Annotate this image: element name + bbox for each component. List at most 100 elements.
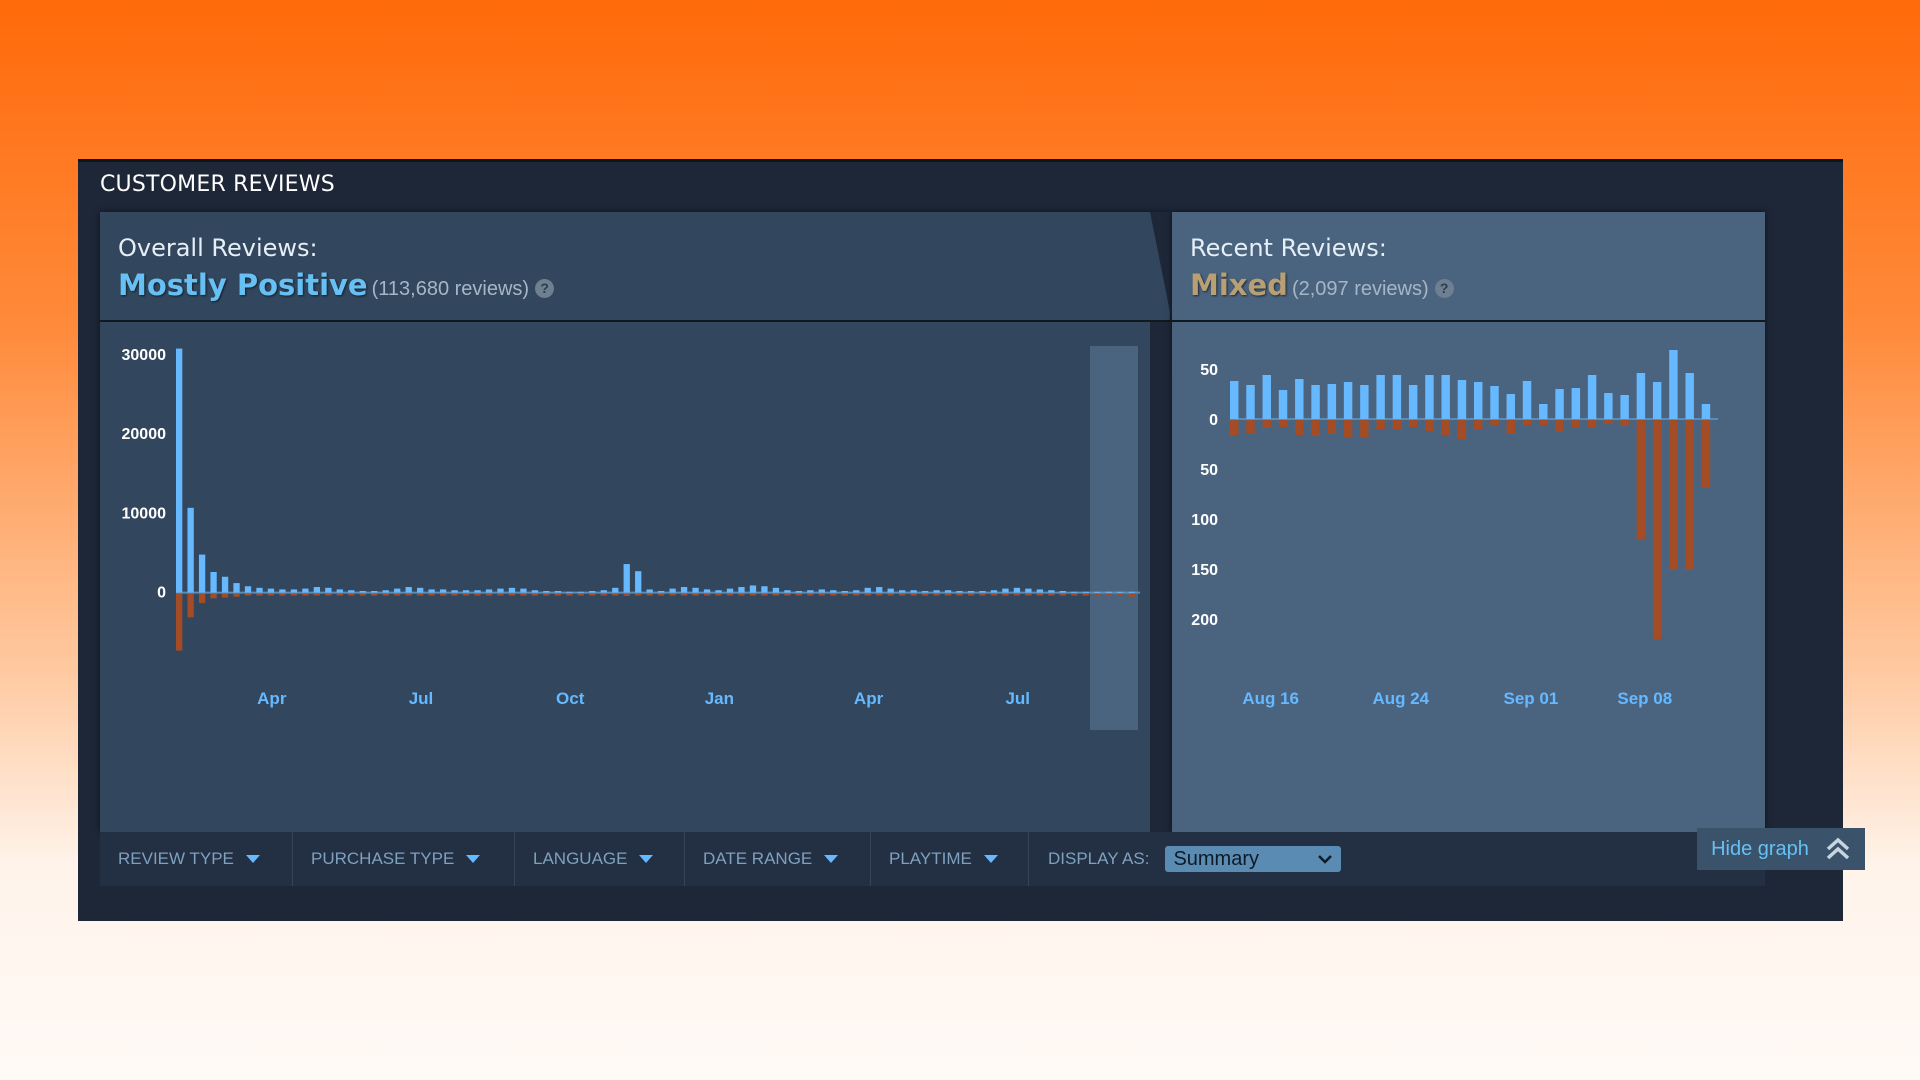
filter-language[interactable]: LANGUAGE xyxy=(515,832,685,886)
positive-bar xyxy=(279,589,286,593)
negative-bar xyxy=(566,593,573,596)
negative-bar xyxy=(1036,593,1044,596)
help-icon[interactable]: ? xyxy=(535,279,555,298)
hide-graph-label: Hide graph xyxy=(1711,837,1809,860)
negative-bar xyxy=(887,593,894,596)
positive-bar xyxy=(1620,395,1629,419)
negative-bar xyxy=(761,593,768,596)
positive-bar xyxy=(990,590,998,593)
positive-bar xyxy=(1701,404,1711,419)
filter-date-range[interactable]: DATE RANGE xyxy=(685,832,871,886)
negative-bar xyxy=(1128,593,1135,597)
positive-bar xyxy=(899,590,906,593)
positive-bar xyxy=(1376,375,1385,419)
positive-bar xyxy=(1587,375,1597,419)
positive-bar xyxy=(853,590,860,593)
negative-bar xyxy=(187,593,194,618)
positive-bar xyxy=(1036,589,1044,593)
filter-playtime[interactable]: PLAYTIME xyxy=(871,832,1029,886)
display-as-select[interactable]: Summary xyxy=(1165,846,1342,872)
negative-bar xyxy=(1048,593,1055,596)
hide-graph-button[interactable]: Hide graph xyxy=(1697,828,1865,870)
display-as-group: DISPLAY AS: Summary xyxy=(1048,832,1342,886)
customer-reviews-panel: CUSTOMER REVIEWS Overall Reviews: Mostly… xyxy=(78,159,1865,921)
negative-bar xyxy=(1278,420,1288,427)
positive-bar xyxy=(554,591,562,593)
negative-bar xyxy=(784,593,791,596)
negative-bar xyxy=(830,593,837,596)
negative-bar xyxy=(589,593,596,596)
positive-bar xyxy=(795,591,803,593)
positive-bar xyxy=(198,554,206,593)
positive-bar xyxy=(497,588,504,593)
overall-reviews-chart[interactable]: 0 10000 20000 30000 Apr Jul Oct Jan Apr Jul xyxy=(100,322,1170,730)
negative-bar xyxy=(405,593,412,596)
positive-bar xyxy=(1457,380,1467,419)
negative-bar xyxy=(1474,420,1483,430)
positive-bar xyxy=(967,591,975,593)
positive-bar xyxy=(1555,389,1564,419)
negative-bar xyxy=(1539,420,1548,425)
negative-bar xyxy=(818,593,825,596)
negative-bar xyxy=(864,593,871,596)
positive-bar xyxy=(1360,385,1369,419)
negative-bar xyxy=(1620,420,1629,426)
overall-summary-rating[interactable]: Mostly Positive xyxy=(118,268,368,302)
positive-bar xyxy=(887,588,894,593)
overall-summary-row: Mostly Positive (113,680 reviews)? xyxy=(118,268,555,302)
positive-bar xyxy=(1652,382,1662,419)
positive-bar xyxy=(1343,382,1353,419)
positive-bar xyxy=(1604,393,1613,419)
negative-bar xyxy=(990,593,998,596)
negative-bar xyxy=(1701,420,1711,488)
x-tick-label: Jul xyxy=(409,689,434,708)
recent-summary-rating[interactable]: Mixed xyxy=(1190,268,1288,302)
negative-bar xyxy=(1230,420,1239,435)
negative-bar xyxy=(279,593,286,596)
negative-bar xyxy=(1555,420,1564,431)
negative-bar xyxy=(198,593,206,604)
positive-bar xyxy=(405,587,412,593)
positive-bar xyxy=(485,589,493,593)
dropdown-caret-icon xyxy=(466,855,481,863)
positive-bar xyxy=(1128,591,1135,593)
positive-bar xyxy=(646,589,653,593)
positive-bar xyxy=(1441,375,1450,419)
positive-bar xyxy=(623,564,630,593)
x-tick-label: Jan xyxy=(705,689,734,708)
positive-bar xyxy=(726,588,734,593)
positive-bar xyxy=(933,590,940,593)
positive-bar xyxy=(635,571,642,593)
positive-bar xyxy=(761,586,768,593)
positive-bar xyxy=(210,571,217,593)
negative-bar xyxy=(646,593,653,596)
positive-bar xyxy=(176,348,183,593)
positive-bar xyxy=(1408,385,1418,419)
positive-bar xyxy=(772,587,780,593)
negative-bar xyxy=(462,593,470,596)
filter-language-label: LANGUAGE xyxy=(533,849,628,868)
negative-bar xyxy=(1571,420,1581,428)
negative-bar xyxy=(302,593,309,596)
positive-bar xyxy=(1013,587,1021,593)
recent-reviews-chart[interactable]: 50 0 50 100 150 200 Aug 16 Aug 24 Sep 01 Sep 08 xyxy=(1172,322,1765,730)
overall-reviews-header: Overall Reviews: Mostly Positive (113,680… xyxy=(100,212,1170,322)
negative-bar xyxy=(256,593,263,596)
positive-bar xyxy=(1002,588,1009,593)
positive-bar xyxy=(864,587,871,593)
positive-bar xyxy=(692,587,699,593)
help-icon[interactable]: ? xyxy=(1434,279,1454,298)
negative-bar xyxy=(325,593,332,596)
x-tick-label: Oct xyxy=(556,689,585,708)
filter-review-type[interactable]: REVIEW TYPE xyxy=(100,832,293,886)
filter-purchase-type[interactable]: PURCHASE TYPE xyxy=(293,832,515,886)
dropdown-caret-icon xyxy=(245,855,260,863)
negative-bar xyxy=(210,593,217,599)
negative-bar xyxy=(1262,420,1271,428)
positive-bar xyxy=(302,588,309,593)
positive-bar xyxy=(462,590,470,593)
filter-review-type-label: REVIEW TYPE xyxy=(118,849,234,868)
positive-bar xyxy=(531,590,539,593)
negative-bar xyxy=(933,593,940,596)
dropdown-caret-icon xyxy=(639,855,654,863)
